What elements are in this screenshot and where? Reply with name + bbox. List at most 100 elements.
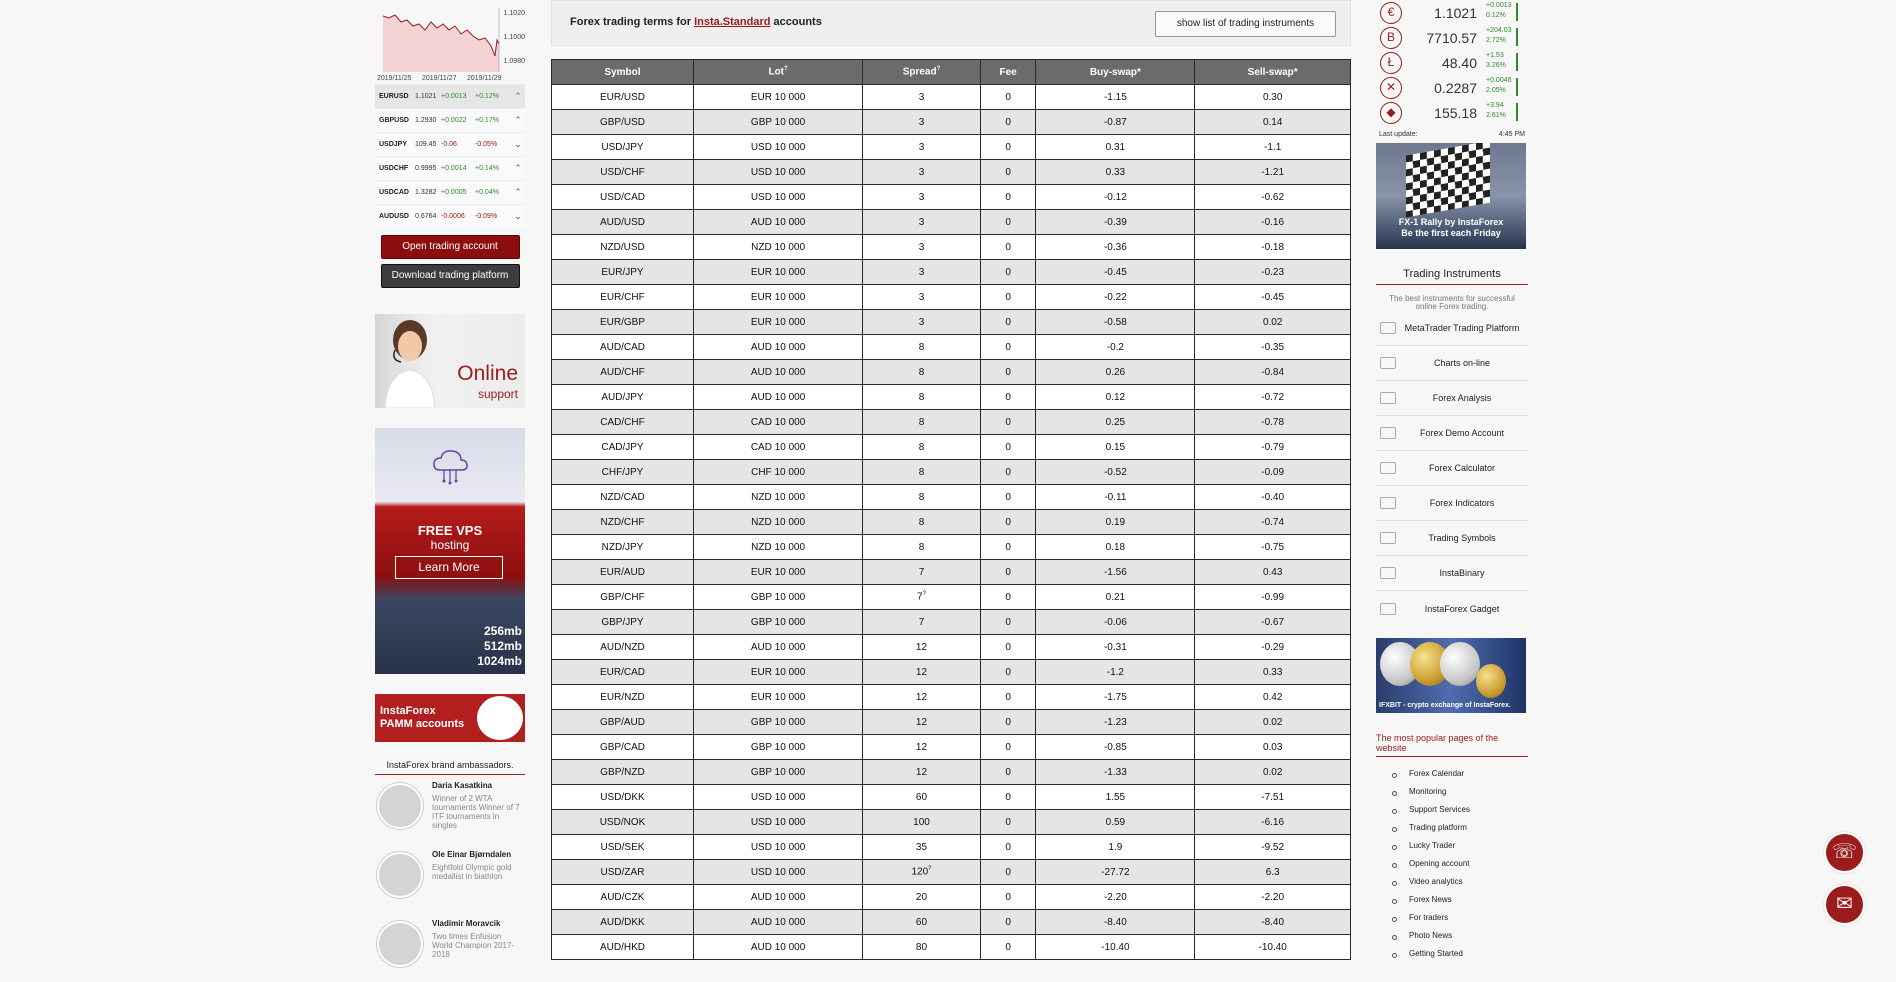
quote-row[interactable]: USDCHF 0.9995 +0.0014 +0.14% ⌃ [375, 156, 525, 180]
table-cell: 0.26 [1035, 359, 1196, 385]
table-cell: -0.62 [1194, 184, 1351, 210]
instrument-link[interactable]: InstaBinary [1376, 556, 1528, 591]
phone-icon[interactable]: ☏ [1826, 834, 1863, 871]
cell-value: 8 [918, 441, 925, 453]
quote-percent: +0.04% [475, 189, 499, 196]
cell-value: EUR 10 000 [750, 266, 806, 278]
cell-value: 8 [918, 341, 925, 353]
table-row: AUD/HKD AUD 10 000 80 0 -10.40 -10.40 [551, 934, 1351, 960]
table-row: USD/JPY USD 10 000 3 0 0.31 -1.1 [551, 134, 1351, 160]
free-vps-banner[interactable]: FREE VPS hosting Learn More 256mb 512mb … [375, 428, 525, 674]
table-cell: 0 [979, 259, 1037, 285]
ethereum-icon: ◆ [1380, 101, 1402, 124]
table-cell: -0.16 [1194, 209, 1351, 235]
instrument-link[interactable]: Forex Indicators [1376, 486, 1528, 521]
table-cell: 0 [979, 884, 1037, 910]
table-cell: 0 [979, 784, 1037, 810]
table-cell: 0.33 [1035, 159, 1196, 185]
crypto-row[interactable]: €1.1021 +0.0013 0.12% [1376, 0, 1528, 25]
vps-subtitle: hosting [430, 538, 470, 552]
cell-value: 3 [918, 291, 925, 303]
table-cell: NZD 10 000 [692, 484, 864, 510]
popular-page-link[interactable]: Forex News [1392, 891, 1528, 909]
quote-row[interactable]: EURUSD 1.1021 +0.0013 +0.12% ⌃ [375, 84, 525, 108]
instrument-link[interactable]: MetaTrader Trading Platform [1376, 311, 1528, 346]
table-cell: -0.40 [1194, 484, 1351, 510]
show-instruments-button[interactable]: show list of trading instruments [1155, 11, 1336, 37]
metatrader-icon [1380, 322, 1396, 334]
table-cell: AUD 10 000 [692, 909, 864, 935]
cell-value: USD/NOK [599, 816, 646, 828]
cell-value: GBP 10 000 [750, 716, 806, 728]
popular-page-link[interactable]: Opening account [1392, 855, 1528, 873]
cell-value: 0 [1005, 516, 1011, 528]
table-cell: -1.33 [1035, 759, 1196, 785]
vps-size: 256mb [483, 624, 522, 638]
popular-page-link[interactable]: Lucky Trader [1392, 837, 1528, 855]
table-row: GBP/AUD GBP 10 000 12 0 -1.23 0.02 [551, 709, 1351, 735]
quote-row[interactable]: AUDUSD 0.6764 -0.0006 -0.09% ⌄ [375, 204, 525, 228]
table-cell: -0.52 [1035, 459, 1196, 485]
cell-value: -7.51 [1261, 791, 1285, 803]
eurusd-mini-chart[interactable]: 1.1020 1.1000 1.0980 2019/11/25 2019/11/… [375, 0, 525, 84]
popular-page-link[interactable]: Getting Started [1392, 945, 1528, 963]
cell-value: 8 [918, 416, 925, 428]
table-cell: -1.21 [1194, 159, 1351, 185]
cell-value: CAD 10 000 [750, 441, 806, 453]
chat-icon[interactable]: ✉ [1826, 886, 1863, 923]
ambassador-item[interactable]: Ole Einar Bjørndalen Eightfold Olympic g… [375, 850, 525, 913]
table-cell: 0 [979, 109, 1037, 135]
info-icon[interactable]: ? [928, 866, 931, 872]
quote-row[interactable]: USDJPY 109.45 -0.06 -0.05% ⌄ [375, 132, 525, 156]
indicators-icon [1380, 497, 1396, 509]
ifxbit-banner[interactable]: IFXBIT - crypto exchange of InstaForex. [1376, 638, 1526, 713]
pamm-text: InstaForex PAMM accounts [380, 705, 464, 731]
column-header: Symbol [551, 59, 694, 85]
fx1-rally-banner[interactable]: FX-1 Rally by InstaForex Be the first ea… [1376, 143, 1526, 249]
popular-page-link[interactable]: Forex Calendar [1392, 765, 1528, 783]
cell-value: -0.52 [1103, 466, 1127, 478]
table-cell: AUD/DKK [551, 909, 694, 935]
chevron-up-icon: ⌃ [514, 115, 522, 125]
info-icon[interactable]: ? [923, 591, 926, 597]
popular-page-link[interactable]: For traders [1392, 909, 1528, 927]
info-icon[interactable]: ? [937, 66, 941, 72]
quote-row[interactable]: USDCAD 1.3282 +0.0005 +0.04% ⌃ [375, 180, 525, 204]
instrument-link[interactable]: Charts on-line [1376, 346, 1528, 381]
quote-row[interactable]: GBPUSD 1.2930 +0.0022 +0.17% ⌃ [375, 108, 525, 132]
popular-page-link[interactable]: Support Services [1392, 801, 1528, 819]
instrument-link[interactable]: Forex Demo Account [1376, 416, 1528, 451]
account-type-link[interactable]: Insta.Standard [694, 16, 770, 28]
popular-page-link[interactable]: Trading platform [1392, 819, 1528, 837]
ambassador-item[interactable]: Vladimir Moravcik Two times Enfusion Wor… [375, 919, 525, 982]
instrument-link[interactable]: Forex Calculator [1376, 451, 1528, 486]
vps-learn-more-button[interactable]: Learn More [395, 556, 503, 579]
cell-value: AUD 10 000 [750, 916, 806, 928]
table-cell: 60 [862, 784, 981, 810]
instrument-link[interactable]: Trading Symbols [1376, 521, 1528, 556]
cell-value: 0 [1005, 791, 1011, 803]
crypto-row[interactable]: B 7710.57 +204.03 2.72% [1376, 25, 1528, 50]
info-icon[interactable]: ? [784, 66, 788, 72]
popular-page-link[interactable]: Photo News [1392, 927, 1528, 945]
last-update: Last update: 4:45 PM [1376, 131, 1528, 138]
crypto-row[interactable]: Ł 48.40 +1.53 3.26% [1376, 50, 1528, 75]
cell-value: 0.03 [1262, 741, 1283, 753]
instrument-link[interactable]: InstaForex Gadget [1376, 591, 1528, 626]
open-account-button[interactable]: Open trading account [380, 235, 520, 259]
popular-page-link[interactable]: Monitoring [1392, 783, 1528, 801]
table-cell: AUD/CAD [551, 334, 694, 360]
crypto-row[interactable]: ◆ 155.18 +3.94 2.61% [1376, 100, 1528, 125]
ambassador-item[interactable]: Daria Kasatkina Winner of 2 WTA tourname… [375, 781, 525, 844]
table-cell: -1.2 [1035, 659, 1196, 685]
download-platform-button[interactable]: Download trading platform [380, 264, 520, 288]
cell-value: -0.12 [1103, 191, 1127, 203]
last-update-time: 4:45 PM [1498, 131, 1525, 138]
popular-page-link[interactable]: Video analytics [1392, 873, 1528, 891]
instrument-link[interactable]: Forex Analysis [1376, 381, 1528, 416]
pamm-accounts-banner[interactable]: InstaForex PAMM accounts [375, 694, 525, 742]
online-support-banner[interactable]: Online support [375, 314, 525, 408]
crypto-row[interactable]: ✕ 0.2287 +0.0046 2.05% [1376, 75, 1528, 100]
table-row: NZD/CAD NZD 10 000 8 0 -0.11 -0.40 [551, 484, 1351, 510]
popular-pages-list: Forex Calendar Monitoring Support Services… [1376, 765, 1528, 963]
